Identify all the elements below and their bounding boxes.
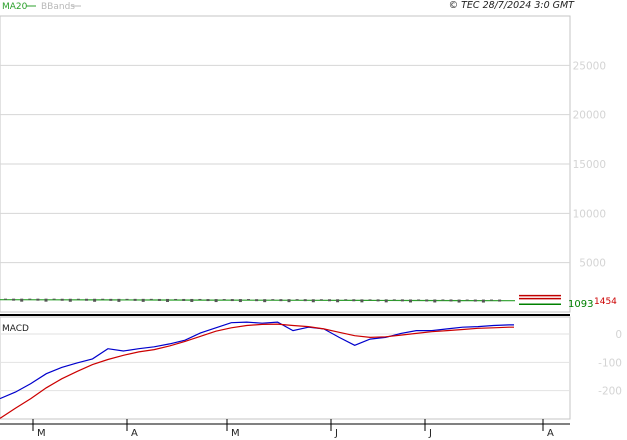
price-bar bbox=[303, 299, 307, 302]
price-bar bbox=[287, 299, 291, 303]
macd-y-tick-label: -200 bbox=[598, 386, 622, 398]
price-value-label-2: 1454 bbox=[594, 297, 617, 307]
price-bar bbox=[441, 299, 445, 301]
macd-panel: MACD -200 -100 0 bbox=[0, 316, 622, 420]
price-bar bbox=[376, 299, 380, 302]
price-bar bbox=[4, 298, 7, 300]
price-bar bbox=[133, 298, 137, 301]
x-axis-tick-label: M bbox=[231, 428, 240, 439]
price-bar bbox=[279, 299, 283, 302]
price-bar bbox=[490, 299, 493, 301]
legend-bbands-label: BBands bbox=[41, 2, 75, 12]
price-bar bbox=[319, 299, 323, 301]
price-bar bbox=[230, 299, 234, 302]
copyright: © TEC 28/7/2024 3:0 GMT bbox=[449, 0, 576, 11]
price-bar bbox=[368, 299, 372, 301]
macd-y-tick-label: -100 bbox=[598, 357, 622, 369]
price-bar bbox=[36, 298, 40, 301]
price-bar bbox=[101, 298, 105, 300]
price-y-tick-label: 5000 bbox=[579, 258, 606, 270]
price-bar bbox=[247, 299, 250, 301]
price-bar bbox=[409, 299, 412, 303]
price-bar bbox=[60, 298, 64, 301]
price-bar bbox=[166, 298, 169, 302]
price-bar bbox=[457, 299, 461, 303]
price-panel: 5000 10000 15000 20000 25000 1093 1454 bbox=[0, 15, 617, 313]
legend-ma20-label: MA20 bbox=[2, 2, 28, 12]
price-bar bbox=[295, 299, 299, 301]
price-bar bbox=[44, 298, 48, 302]
price-y-tick-label: 10000 bbox=[573, 208, 606, 220]
price-bar bbox=[352, 299, 356, 302]
price-bar bbox=[206, 299, 210, 302]
price-bar bbox=[93, 298, 97, 302]
price-bar bbox=[360, 299, 364, 303]
price-bar bbox=[12, 298, 16, 301]
price-bar bbox=[157, 298, 161, 301]
price-bar bbox=[182, 298, 186, 301]
price-bar bbox=[498, 299, 502, 302]
price-bar bbox=[433, 299, 437, 303]
price-bar bbox=[85, 298, 88, 301]
price-bar bbox=[311, 299, 315, 303]
price-bar bbox=[473, 299, 477, 302]
price-bar bbox=[76, 298, 80, 300]
price-bar bbox=[255, 299, 259, 302]
x-axis-tick-label: A bbox=[131, 428, 138, 439]
price-y-tick-label: 25000 bbox=[573, 60, 606, 72]
price-bar bbox=[392, 299, 396, 301]
chart-canvas: MA20 BBands © TEC 28/7/2024 3:0 GMT 5000… bbox=[0, 0, 627, 440]
price-bar bbox=[117, 298, 121, 302]
price-bar bbox=[344, 299, 348, 301]
legend: MA20 BBands bbox=[2, 2, 81, 12]
price-bar bbox=[336, 299, 340, 303]
price-bar bbox=[400, 299, 404, 302]
x-axis-tick-label: M bbox=[37, 428, 46, 439]
price-bar bbox=[174, 298, 178, 300]
macd-label: MACD bbox=[2, 324, 29, 334]
price-bar bbox=[425, 299, 429, 302]
price-bar bbox=[481, 299, 485, 303]
price-bar bbox=[20, 298, 24, 302]
macd-y-tick-label: 0 bbox=[615, 329, 622, 341]
price-bar bbox=[222, 299, 226, 301]
price-bar bbox=[68, 298, 72, 302]
x-axis-tick-label: J bbox=[334, 428, 338, 439]
price-bar bbox=[28, 298, 32, 300]
price-bar bbox=[214, 299, 218, 303]
price-bar bbox=[149, 298, 153, 300]
x-axis-tick-label: J bbox=[428, 428, 432, 439]
price-bar bbox=[109, 298, 113, 301]
price-bar bbox=[125, 298, 129, 300]
price-bar bbox=[328, 299, 331, 302]
price-bar bbox=[384, 299, 388, 303]
x-axis-tick-label: A bbox=[547, 428, 554, 439]
price-value-label-1: 1093 bbox=[568, 299, 593, 310]
price-bar bbox=[238, 299, 242, 303]
price-bar bbox=[417, 299, 421, 301]
price-bar bbox=[271, 299, 275, 301]
price-bar bbox=[190, 298, 194, 302]
price-bar bbox=[465, 299, 469, 301]
price-bar bbox=[198, 298, 202, 300]
price-bar bbox=[263, 299, 267, 303]
price-bar bbox=[52, 298, 56, 300]
price-y-tick-label: 15000 bbox=[573, 159, 606, 171]
price-bar bbox=[449, 299, 453, 302]
price-bar bbox=[141, 298, 145, 302]
price-y-tick-label: 20000 bbox=[573, 110, 606, 122]
